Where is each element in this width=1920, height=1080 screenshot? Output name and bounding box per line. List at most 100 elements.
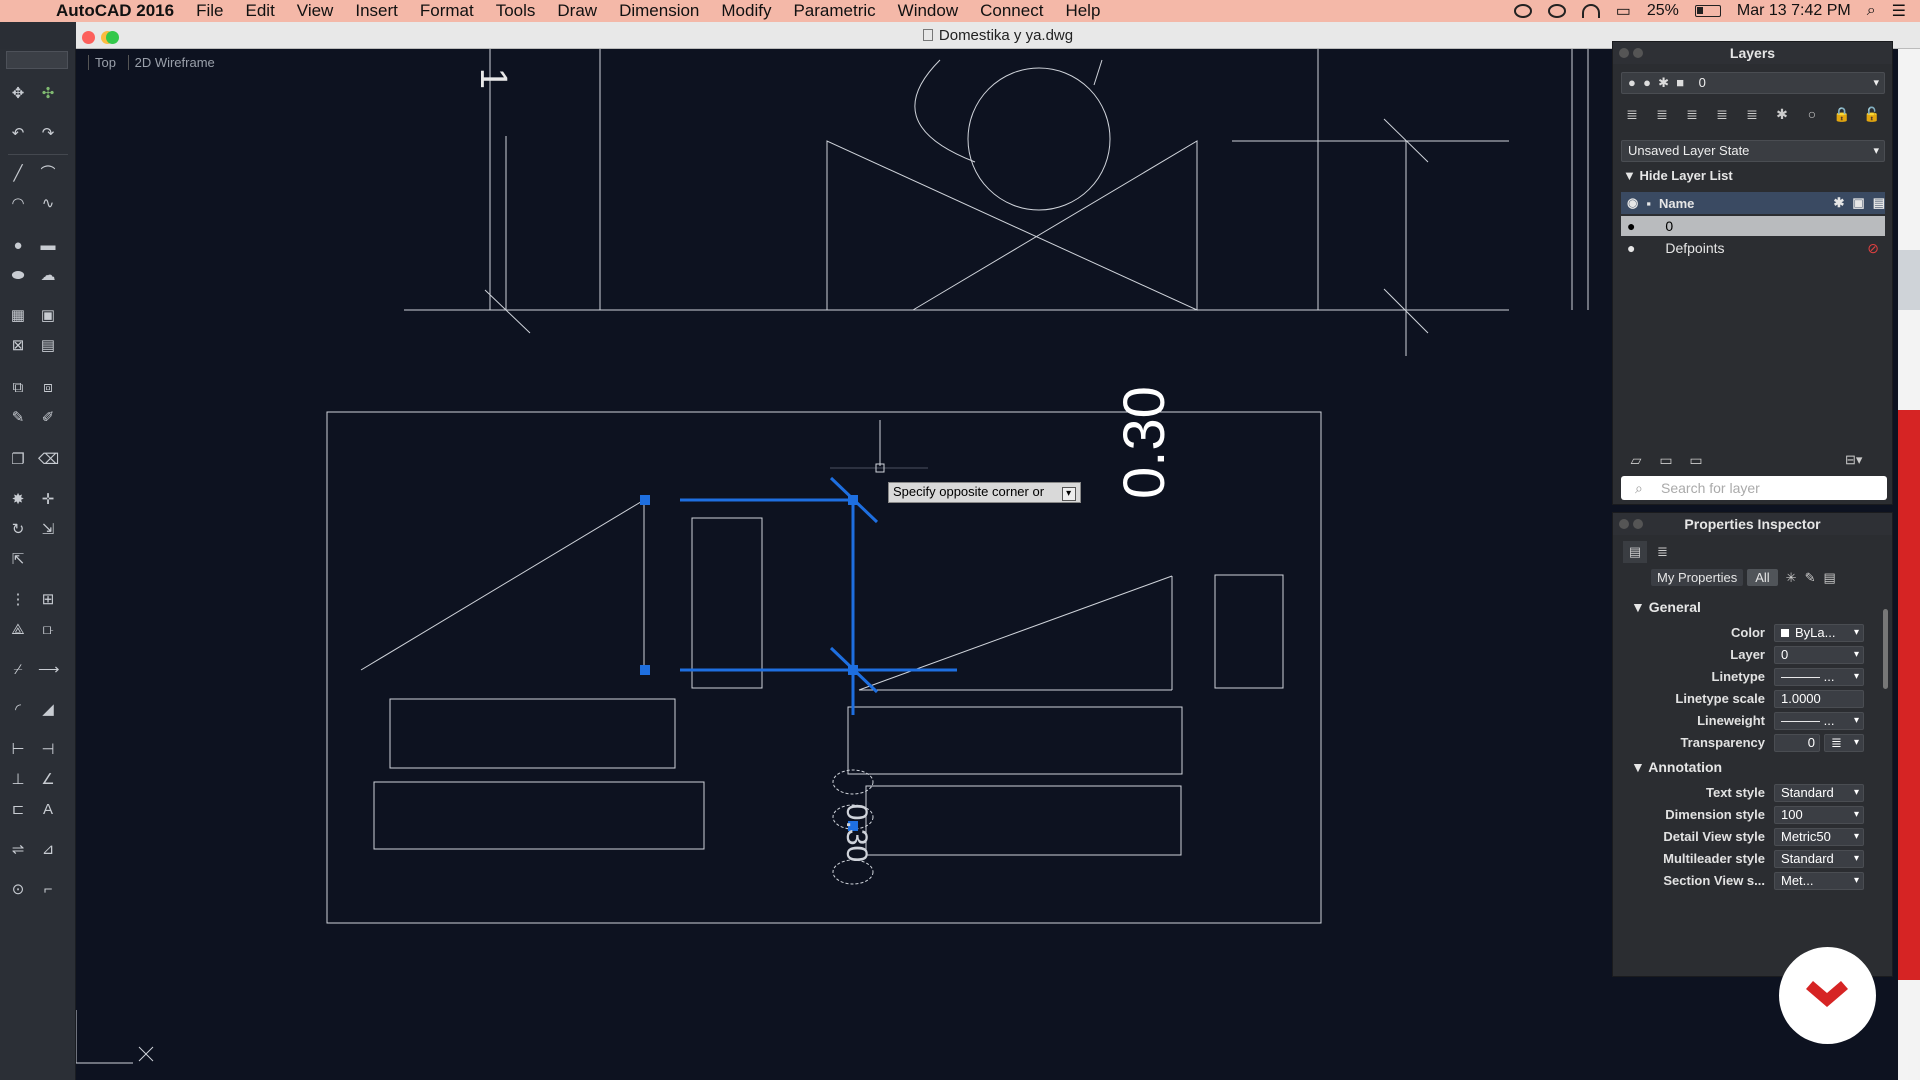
my-properties-tab[interactable]: My Properties [1651,569,1744,586]
undo-icon[interactable]: ↶ [8,126,28,142]
dimension-angle-icon[interactable]: ∠ [38,772,58,788]
text-tool-icon[interactable]: ⊏ [8,802,28,818]
select-objects-icon[interactable]: ✎ [1805,570,1816,586]
circle-tool-icon[interactable]: ● [8,238,28,254]
detail-view-style-dropdown[interactable]: Metric50 [1774,828,1864,846]
panel-close-icon[interactable] [1619,519,1629,529]
stretch-tool-icon[interactable]: ⇱ [8,552,28,568]
all-properties-tab[interactable]: All [1747,569,1778,586]
arc-tool-icon[interactable]: ◠ [8,196,28,212]
menu-draw[interactable]: Draw [557,1,597,21]
array-tool-icon[interactable]: ⋮ [8,592,28,608]
multileader-style-dropdown[interactable]: Standard [1774,850,1864,868]
new-group-filter-icon[interactable]: ▱ [1627,452,1645,470]
layer-dropdown[interactable]: 0 [1774,646,1864,664]
menu-view[interactable]: View [297,1,334,21]
layer-state-dropdown[interactable]: Unsaved Layer State [1621,140,1885,162]
record-icon[interactable] [1513,4,1532,18]
menu-parametric[interactable]: Parametric [793,1,875,21]
hide-layer-list-toggle[interactable]: ▼ Hide Layer List [1623,168,1733,183]
menu-connect[interactable]: Connect [980,1,1043,21]
block-insert-icon[interactable]: ⧉ [8,380,28,396]
object-properties-tab-icon[interactable]: ▤ [1623,541,1647,563]
scale-tool-icon[interactable]: ⇲ [38,522,58,538]
visibility-header-icon[interactable]: ◉ [1627,195,1638,211]
battery-icon[interactable] [1694,5,1721,17]
menu-edit[interactable]: Edit [246,1,275,21]
menu-format[interactable]: Format [420,1,474,21]
clock[interactable]: Mar 13 7:42 PM [1737,2,1851,20]
grip[interactable] [640,665,650,675]
dimension-style-dropdown[interactable]: 100 [1774,806,1864,824]
dimension-linear-icon[interactable]: ⊢ [8,742,28,758]
no-plot-icon[interactable]: ⊘ [1867,238,1879,258]
freeze-column-icon[interactable]: ✱ [1834,195,1845,211]
general-section-header[interactable]: ▼ General [1631,599,1701,615]
linetype-dropdown[interactable]: ——— ... [1774,668,1864,686]
ucs-origin-icon[interactable]: ⌐ [38,882,58,898]
menu-file[interactable]: File [196,1,223,21]
grip[interactable] [640,495,650,505]
revision-cloud-icon[interactable]: ☁ [38,268,58,284]
layer-off-icon[interactable]: ○ [1803,106,1821,124]
layer-lock-icon[interactable]: 🔒 [1833,106,1851,124]
new-layer-icon[interactable]: ≣ [1623,106,1641,124]
name-column-header[interactable]: Name [1659,196,1826,211]
erase-tool-icon[interactable]: ⌫ [38,452,59,468]
dimension-aligned-icon[interactable]: ⊣ [38,742,58,758]
lineweight-dropdown[interactable]: ——— ... [1774,712,1864,730]
chamfer-tool-icon[interactable]: ◢ [38,702,58,718]
match-properties-icon[interactable]: ✎ [8,410,28,426]
creative-cloud-icon[interactable] [1547,4,1566,18]
spotlight-search-icon[interactable]: ⌕ [1867,2,1876,20]
transparency-mode-dropdown[interactable]: ≣ [1824,734,1864,752]
array-rect-icon[interactable]: ⊞ [38,592,58,608]
move-tool-icon[interactable]: ✛ [38,492,58,508]
notification-center-icon[interactable]: ☰ [1892,1,1906,21]
boundary-tool-icon[interactable]: ⊠ [8,338,28,354]
color-dropdown[interactable]: ByLa... [1774,624,1864,642]
rotate-tool-icon[interactable]: ↻ [8,522,28,538]
delete-layer-icon[interactable]: ≣ [1653,106,1671,124]
layer-visible-icon[interactable]: ● [1627,218,1635,234]
selection-mode-dropdown[interactable] [6,51,68,69]
new-folder-icon[interactable]: ▭ [1657,452,1675,470]
extend-tool-icon[interactable]: ⟶ [38,662,60,678]
menu-insert[interactable]: Insert [355,1,398,21]
annotation-section-header[interactable]: ▼ Annotation [1631,759,1722,775]
layer-row[interactable]: ● Defpoints ⊘ [1621,238,1885,258]
dimension-radius-icon[interactable]: ⊥ [8,772,28,788]
layer-isolate-icon[interactable]: ≣ [1713,106,1731,124]
grip[interactable] [848,665,858,675]
section-view-style-dropdown[interactable]: Met... [1774,872,1864,890]
window-close-button[interactable] [82,31,95,44]
layer-unlock-icon[interactable]: 🔓 [1863,106,1881,124]
grip[interactable] [848,495,858,505]
airplay-icon[interactable]: ▭ [1616,1,1631,21]
plot-column-icon[interactable]: ▤ [1873,195,1885,211]
offset-tool-icon[interactable]: ⟥ [38,622,58,638]
toggle-pickadd-icon[interactable]: ▤ [1823,570,1835,586]
wifi-icon[interactable] [1581,4,1600,18]
move-view-icon[interactable]: ✥ [8,86,28,102]
edit-attribute-icon[interactable]: ✐ [38,410,58,426]
color-header-icon[interactable]: ▪ [1646,196,1651,211]
spline-tool-icon[interactable]: ∿ [38,196,58,212]
lock-column-icon[interactable]: ▣ [1852,195,1864,211]
leader-tool-icon[interactable]: ⇌ [8,842,28,858]
properties-scrollbar[interactable] [1883,609,1888,689]
layer-properties-tab-icon[interactable]: ≣ [1657,541,1668,563]
table-tool-icon[interactable]: ▤ [38,338,58,354]
polyline-tool-icon[interactable]: ⌒ [38,166,58,182]
transparency-input[interactable]: 0 [1774,734,1820,752]
layer-freeze-icon[interactable]: ✱ [1773,106,1791,124]
trim-tool-icon[interactable]: ⌿ [8,662,28,678]
layer-search-input[interactable]: ⌕ Search for layer [1621,476,1887,500]
region-tool-icon[interactable]: ▣ [38,308,58,324]
menu-help[interactable]: Help [1065,1,1100,21]
layer-unisolate-icon[interactable]: ≣ [1743,106,1761,124]
linetype-scale-input[interactable]: 1.0000 [1774,690,1864,708]
window-zoom-button[interactable] [106,31,119,44]
text-style-dropdown[interactable]: Standard [1774,784,1864,802]
new-property-filter-icon[interactable]: ▭ [1687,452,1705,470]
